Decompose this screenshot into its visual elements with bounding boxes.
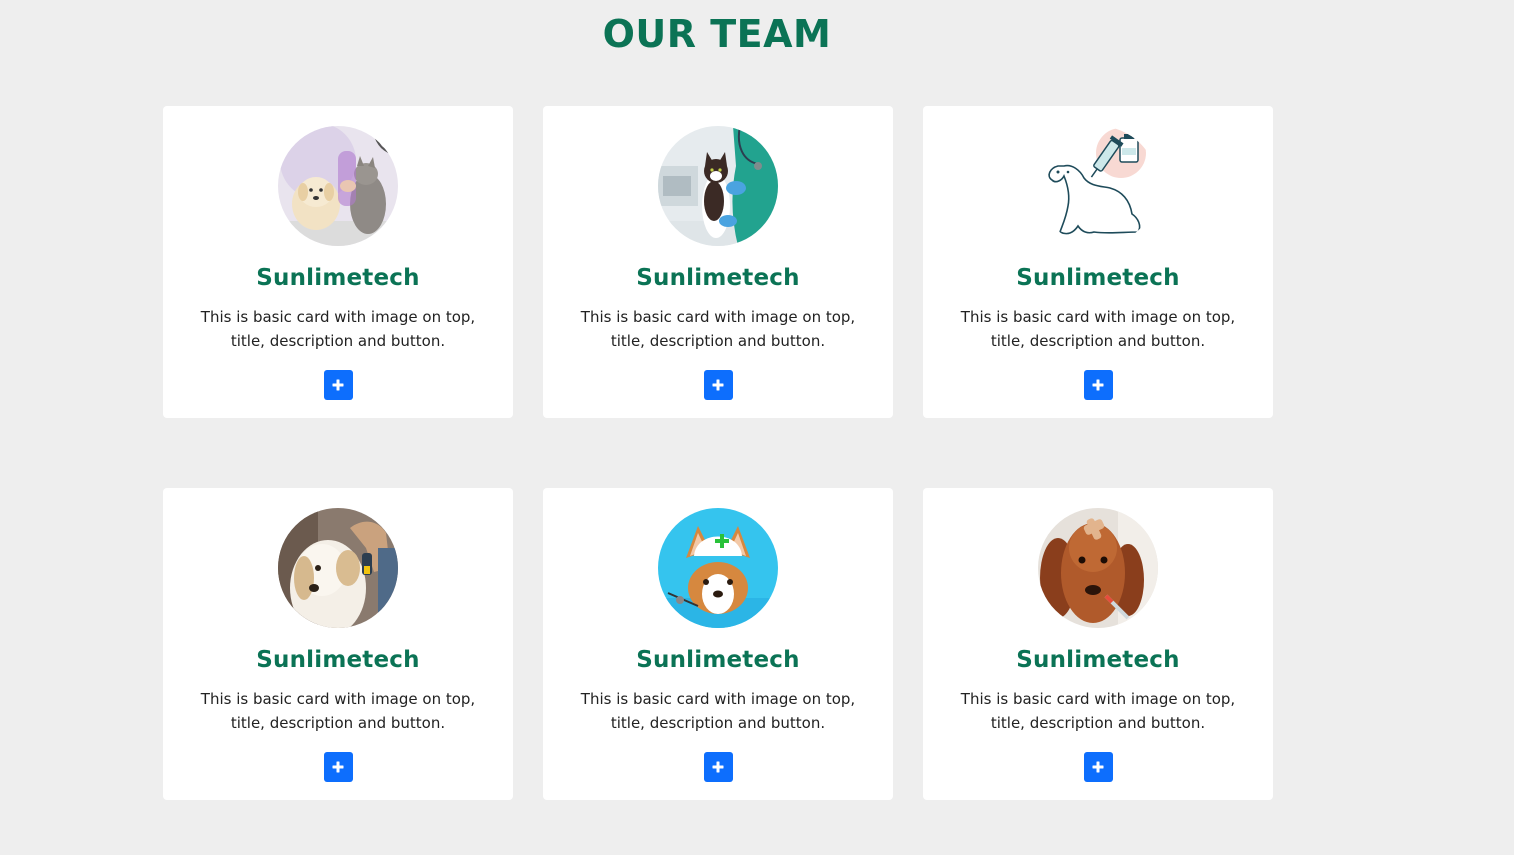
plus-icon [1092, 761, 1104, 773]
team-card: Sunlimetech This is basic card with imag… [163, 106, 513, 418]
card-title: Sunlimetech [1016, 647, 1180, 673]
card-title: Sunlimetech [1016, 265, 1180, 291]
team-card: Sunlimetech This is basic card with imag… [923, 106, 1273, 418]
team-card: Sunlimetech This is basic card with imag… [163, 488, 513, 800]
page-title: OUR TEAM [602, 12, 832, 56]
add-button[interactable] [703, 752, 733, 782]
plus-icon [712, 379, 724, 391]
dog-ear-exam-photo [278, 508, 398, 628]
add-button[interactable] [323, 370, 353, 400]
team-card: Sunlimetech This is basic card with imag… [543, 106, 893, 418]
corgi-nurse-cap-photo [658, 508, 778, 628]
vet-holding-cat-photo [658, 126, 778, 246]
add-button[interactable] [703, 370, 733, 400]
card-description: This is basic card with image on top, ti… [960, 690, 1236, 732]
card-description: This is basic card with image on top, ti… [200, 308, 476, 350]
add-button[interactable] [1083, 370, 1113, 400]
team-card: Sunlimetech This is basic card with imag… [923, 488, 1273, 800]
add-button[interactable] [1083, 752, 1113, 782]
card-description: This is basic card with image on top, ti… [960, 308, 1236, 350]
dog-and-cat-with-vet-photo [278, 126, 398, 246]
plus-icon [332, 761, 344, 773]
card-title: Sunlimetech [256, 647, 420, 673]
card-title: Sunlimetech [256, 265, 420, 291]
team-grid: Sunlimetech This is basic card with imag… [163, 106, 1273, 800]
card-description: This is basic card with image on top, ti… [580, 690, 856, 732]
card-description: This is basic card with image on top, ti… [200, 690, 476, 732]
card-description: This is basic card with image on top, ti… [580, 308, 856, 350]
dachshund-thermometer-photo [1038, 508, 1158, 628]
card-title: Sunlimetech [636, 647, 800, 673]
add-button[interactable] [323, 752, 353, 782]
dog-vaccine-illustration [1038, 126, 1158, 246]
plus-icon [332, 379, 344, 391]
team-card: Sunlimetech This is basic card with imag… [543, 488, 893, 800]
card-title: Sunlimetech [636, 265, 800, 291]
plus-icon [712, 761, 724, 773]
plus-icon [1092, 379, 1104, 391]
